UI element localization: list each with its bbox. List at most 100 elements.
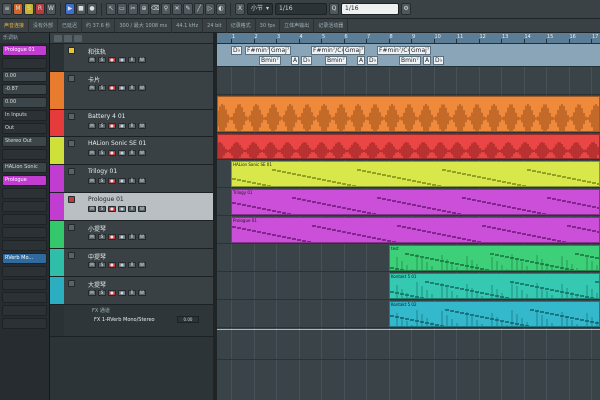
toolbar-button[interactable]: ≡ — [2, 3, 12, 15]
track-header[interactable]: 卡片 M S ● ◉ R W — [50, 72, 213, 110]
stop-button[interactable]: ■ — [76, 3, 86, 15]
chord-event[interactable]: D♭ — [367, 56, 379, 65]
inspector-row[interactable]: 0.00 — [2, 71, 47, 82]
track-header[interactable]: Trilogy 01 M S ● ◉ R W — [50, 165, 213, 193]
clip-event[interactable]: Kontakt 5 01 — [389, 273, 600, 299]
write-button[interactable]: W — [138, 290, 146, 296]
mute-button[interactable]: M — [88, 150, 96, 156]
track-header[interactable]: 中提琴 M S ● ◉ R W — [50, 249, 213, 277]
monitor-button[interactable]: ◉ — [118, 150, 126, 156]
monitor-button[interactable]: ◉ — [118, 290, 126, 296]
mute-button[interactable]: M — [88, 123, 96, 129]
inspector-row[interactable]: Out — [2, 123, 47, 134]
monitor-button[interactable]: ◉ — [118, 123, 126, 129]
track-lane[interactable] — [217, 67, 600, 95]
range-tool-icon[interactable]: ▭ — [117, 3, 127, 15]
write-button[interactable]: W — [138, 206, 146, 212]
toolbar-button[interactable]: S — [24, 3, 34, 15]
track-name[interactable]: Prologue 01 — [88, 196, 124, 203]
track-name[interactable]: Trilogy 01 — [88, 168, 117, 175]
solo-button[interactable]: S — [98, 206, 106, 212]
track-name[interactable]: 和弦轨 — [88, 47, 106, 56]
color-tool-icon[interactable]: ◐ — [216, 3, 226, 15]
track-name[interactable]: 中提琴 — [88, 252, 106, 261]
read-button[interactable]: R — [128, 262, 136, 268]
track-name[interactable]: 小提琴 — [88, 224, 106, 233]
record-enable-button[interactable]: ● — [108, 85, 116, 91]
add-track-icon[interactable] — [54, 34, 62, 42]
track-header[interactable]: FX 通道 FX 1-RVerb Mono/Stereo 0.00 — [50, 305, 213, 337]
inspector-row[interactable] — [2, 279, 47, 290]
track-name[interactable]: 卡片 — [88, 75, 100, 84]
inspector-row[interactable] — [2, 266, 47, 277]
solo-button[interactable]: S — [98, 123, 106, 129]
write-button[interactable]: W — [138, 234, 146, 240]
chord-event[interactable]: Bmin⁷ — [325, 56, 347, 65]
clip-event[interactable]: Kontakt 5 02 — [389, 301, 600, 327]
read-button[interactable]: R — [128, 178, 136, 184]
record-enable-button[interactable]: ● — [108, 290, 116, 296]
arrange-window[interactable]: 1234567891011121314151617181920 D♭ F#min⁷… — [217, 33, 600, 400]
clip-event[interactable] — [217, 134, 600, 159]
solo-button[interactable]: S — [98, 150, 106, 156]
clip-event[interactable]: HALion Sonic SE 01 — [231, 161, 600, 187]
solo-button[interactable]: S — [98, 290, 106, 296]
erase-tool-icon[interactable]: ⌫ — [150, 3, 160, 15]
monitor-button[interactable]: ◉ — [118, 178, 126, 184]
record-enable-button[interactable]: ● — [108, 178, 116, 184]
record-enable-button[interactable]: ● — [108, 57, 116, 63]
clip-event[interactable]: test — [389, 245, 600, 271]
record-enable-button[interactable]: ● — [108, 206, 116, 212]
mute-button[interactable]: M — [88, 262, 96, 268]
inspector-row[interactable] — [2, 58, 47, 69]
settings-icon[interactable]: ⚙ — [401, 3, 412, 15]
write-button[interactable]: W — [138, 150, 146, 156]
mute-button[interactable]: M — [88, 206, 96, 212]
chord-event[interactable]: F#min⁷/C♯ — [311, 46, 347, 55]
zoom-tool-icon[interactable]: ⚲ — [161, 3, 171, 15]
record-enable-button[interactable]: ● — [108, 234, 116, 240]
snap-value-dropdown[interactable]: 1/16 — [275, 3, 328, 15]
track-name[interactable]: Battery 4 01 — [88, 113, 125, 120]
draw-tool-icon[interactable]: ✎ — [183, 3, 193, 15]
play-button[interactable]: ▶ — [65, 3, 75, 15]
chord-event[interactable]: Bmin⁷ — [399, 56, 421, 65]
write-button[interactable]: W — [138, 262, 146, 268]
write-button[interactable]: W — [138, 57, 146, 63]
quantize-value-field[interactable]: 1/16 — [341, 3, 400, 15]
line-tool-icon[interactable]: ╱ — [194, 3, 204, 15]
inspector-row[interactable] — [2, 318, 47, 329]
inspector-row[interactable]: -0.87 — [2, 84, 47, 95]
split-tool-icon[interactable]: ✂ — [128, 3, 138, 15]
chord-event[interactable]: A — [357, 56, 366, 65]
inspector-row[interactable] — [2, 201, 47, 212]
solo-button[interactable]: S — [98, 234, 106, 240]
solo-button[interactable]: S — [98, 178, 106, 184]
read-button[interactable]: R — [128, 123, 136, 129]
read-button[interactable]: R — [128, 57, 136, 63]
track-header[interactable]: 大提琴 M S ● ◉ R W — [50, 277, 213, 305]
inspector-row[interactable] — [2, 240, 47, 251]
mute-button[interactable]: M — [88, 178, 96, 184]
read-button[interactable]: R — [128, 234, 136, 240]
inspector-row[interactable]: Prologue 01 — [2, 45, 47, 56]
record-button[interactable]: ● — [87, 3, 97, 15]
timeline-ruler[interactable]: 1234567891011121314151617181920 — [217, 33, 600, 44]
record-enable-button[interactable]: ● — [108, 150, 116, 156]
monitor-button[interactable]: ◉ — [118, 262, 126, 268]
mute-button[interactable]: M — [88, 57, 96, 63]
monitor-button[interactable]: ◉ — [118, 206, 126, 212]
glue-tool-icon[interactable]: ⊕ — [139, 3, 149, 15]
inspector-row[interactable] — [2, 149, 47, 160]
chord-event[interactable]: A — [423, 56, 432, 65]
write-button[interactable]: W — [138, 123, 146, 129]
fx-volume-value[interactable]: 0.00 — [177, 316, 199, 323]
chord-event[interactable]: Gmaj⁷ — [409, 46, 432, 55]
chord-event[interactable]: D♭ — [433, 56, 445, 65]
inspector-row[interactable] — [2, 305, 47, 316]
track-name[interactable]: 大提琴 — [88, 280, 106, 289]
grid-type-dropdown[interactable]: 小节 ▾ — [247, 3, 274, 15]
inspector-row[interactable]: RVerb Mo... — [2, 253, 47, 264]
clip-event[interactable] — [217, 96, 600, 132]
toolbar-button[interactable]: R — [35, 3, 45, 15]
